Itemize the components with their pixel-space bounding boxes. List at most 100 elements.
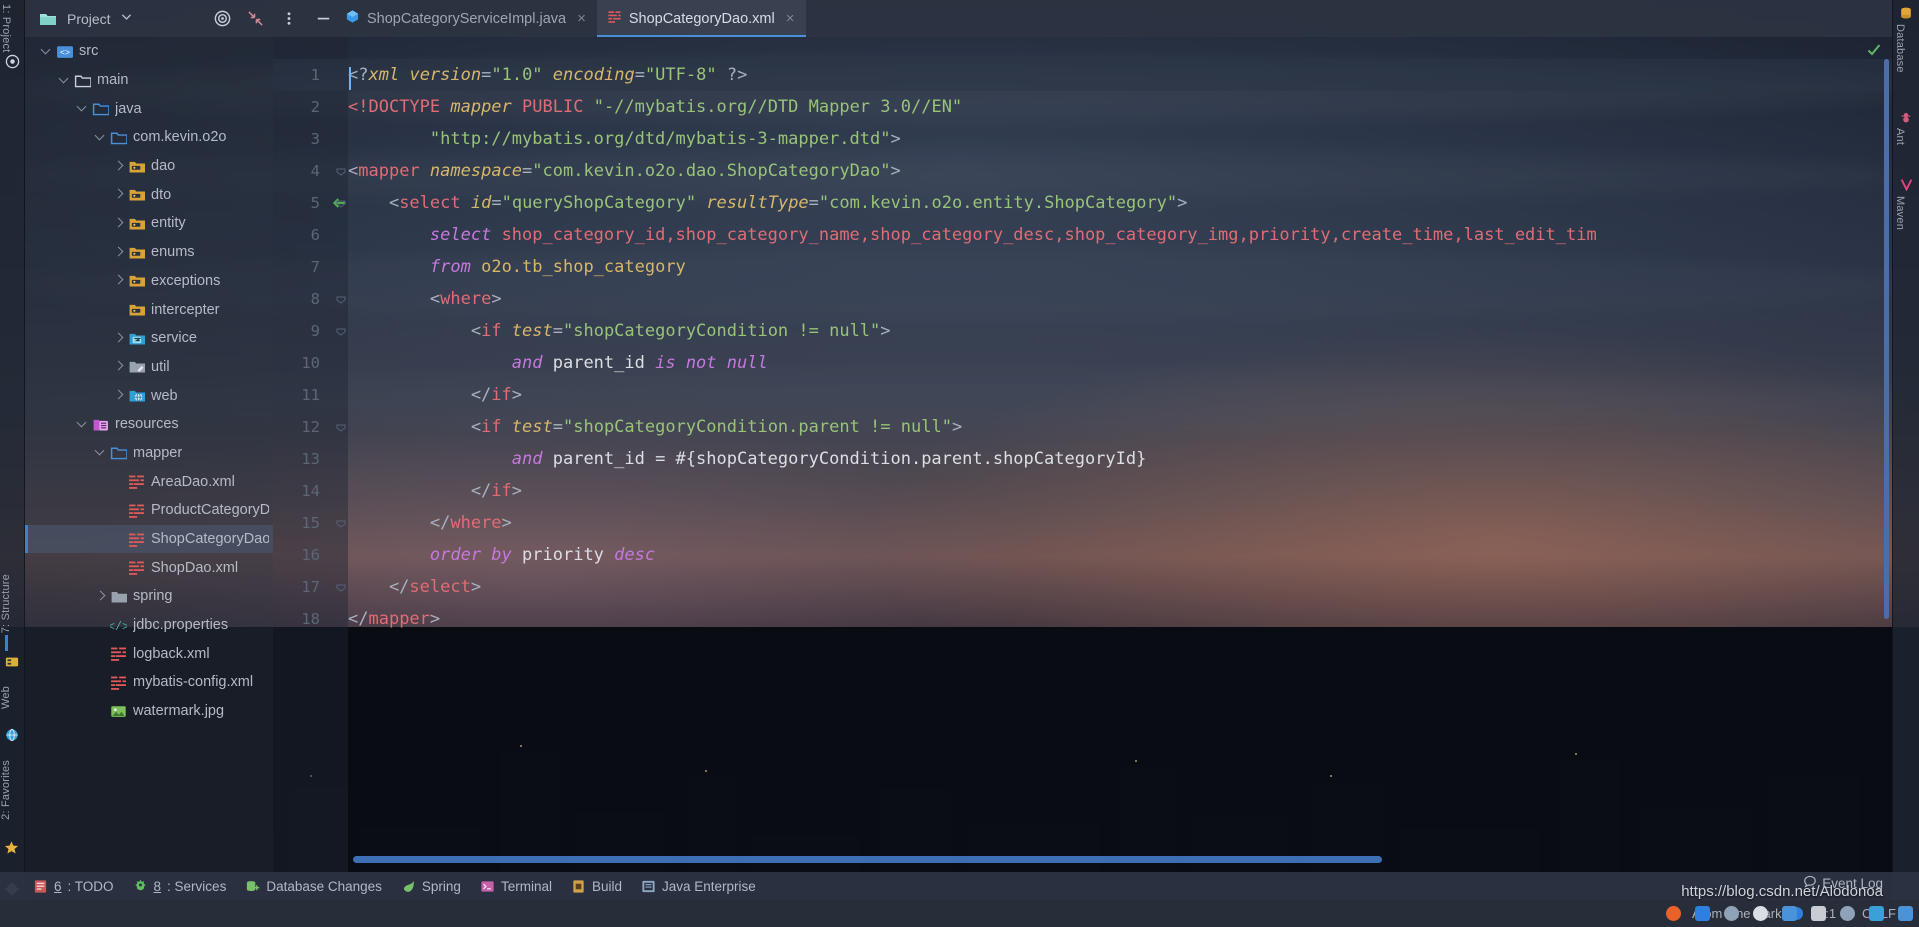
tree-node-mapper[interactable]: mapper: [25, 439, 273, 468]
tray-app-icon[interactable]: [1695, 906, 1710, 921]
code-line[interactable]: 10 and parent_id is not null: [273, 347, 1892, 379]
code-text[interactable]: </if>: [348, 379, 522, 411]
chevron-right-icon[interactable]: [111, 159, 126, 174]
code-fold-handle[interactable]: [335, 517, 347, 529]
tree-node-web[interactable]: web: [25, 381, 273, 410]
scrollbar-thumb[interactable]: [353, 856, 1383, 863]
editor-tab-shopcategoryserviceimpl[interactable]: ShopCategoryServiceImpl.java ×: [335, 0, 597, 37]
code-line[interactable]: 1 <?xml version="1.0" encoding="UTF-8" ?>: [273, 59, 1892, 91]
tool-window-button-structure[interactable]: 7: Structure: [0, 574, 25, 633]
project-tree-panel[interactable]: <> src main java com.kevin.o2o dao dto entity en…: [25, 37, 273, 872]
tree-node-entity[interactable]: entity: [25, 209, 273, 238]
code-text[interactable]: order by priority desc: [348, 539, 655, 571]
bottom-tool-todo[interactable]: 6: TODO: [33, 879, 114, 894]
tool-window-button-favorites[interactable]: 2: Favorites: [0, 760, 25, 820]
tree-node-java[interactable]: java: [25, 94, 273, 123]
code-line[interactable]: 5 <select id="queryShopCategory" resultT…: [273, 187, 1892, 219]
code-text[interactable]: <if test="shopCategoryCondition != null"…: [348, 315, 891, 347]
bottom-tool-terminal[interactable]: Terminal: [480, 879, 552, 894]
chevron-down-icon[interactable]: [120, 10, 133, 28]
tray-user-icon[interactable]: [1782, 906, 1797, 921]
code-line[interactable]: 12 <if test="shopCategoryCondition.paren…: [273, 411, 1892, 443]
tree-node-dao[interactable]: dao: [25, 152, 273, 181]
code-line[interactable]: 8 <where>: [273, 283, 1892, 315]
code-text[interactable]: and parent_id = #{shopCategoryCondition.…: [348, 443, 1147, 475]
tree-node-resources[interactable]: resources: [25, 410, 273, 439]
code-text[interactable]: </mapper>: [348, 603, 440, 635]
tree-node-spring[interactable]: spring: [25, 582, 273, 611]
code-line[interactable]: 4 <mapper namespace="com.kevin.o2o.dao.Sh…: [273, 155, 1892, 187]
chevron-down-icon[interactable]: [57, 73, 72, 88]
tree-node-logback-xml[interactable]: logback.xml: [25, 639, 273, 668]
code-line[interactable]: 11 </if>: [273, 379, 1892, 411]
tray-smiley-icon[interactable]: [1753, 906, 1768, 921]
bottom-tool-build[interactable]: Build: [571, 879, 622, 894]
code-fold-handle[interactable]: [335, 165, 347, 177]
chevron-down-icon[interactable]: [75, 417, 90, 432]
tree-node-intercepter[interactable]: intercepter: [25, 295, 273, 324]
code-line[interactable]: 17 </select>: [273, 571, 1892, 603]
code-text[interactable]: "http://mybatis.org/dtd/mybatis-3-mapper…: [348, 123, 901, 155]
locate-icon[interactable]: [213, 9, 233, 29]
code-text[interactable]: </where>: [348, 507, 512, 539]
code-text[interactable]: <mapper namespace="com.kevin.o2o.dao.Sho…: [348, 155, 901, 187]
tool-window-button-project[interactable]: 1: Project: [0, 4, 25, 52]
code-fold-handle[interactable]: [335, 197, 347, 209]
tray-keyboard-icon[interactable]: [1811, 906, 1826, 921]
code-text[interactable]: select shop_category_id,shop_category_na…: [348, 219, 1597, 251]
code-line[interactable]: 9 <if test="shopCategoryCondition != nul…: [273, 315, 1892, 347]
chevron-right-icon[interactable]: [111, 388, 126, 403]
code-text[interactable]: from o2o.tb_shop_category: [348, 251, 686, 283]
code-line[interactable]: 14 </if>: [273, 475, 1892, 507]
options-menu-icon[interactable]: [281, 9, 301, 29]
tool-window-button-web[interactable]: Web: [0, 686, 25, 709]
code-fold-handle[interactable]: [335, 581, 347, 593]
code-line[interactable]: 18 </mapper>: [273, 603, 1892, 635]
collapse-all-icon[interactable]: [246, 9, 266, 29]
tree-node-exceptions[interactable]: exceptions: [25, 267, 273, 296]
hide-icon[interactable]: [314, 9, 334, 29]
code-editor[interactable]: 1 <?xml version="1.0" encoding="UTF-8" ?>…: [273, 37, 1892, 872]
code-line[interactable]: 13 and parent_id = #{shopCategoryConditi…: [273, 443, 1892, 475]
code-line[interactable]: 3 "http://mybatis.org/dtd/mybatis-3-mapp…: [273, 123, 1892, 155]
close-icon[interactable]: ×: [577, 10, 586, 27]
tree-node-mybatis-config-xml[interactable]: mybatis-config.xml: [25, 668, 273, 697]
code-text[interactable]: <?xml version="1.0" encoding="UTF-8" ?>: [348, 59, 747, 91]
editor-tab-shopcategorydao[interactable]: ShopCategoryDao.xml ×: [596, 0, 806, 37]
code-text[interactable]: and parent_id is not null: [348, 347, 768, 379]
chevron-down-icon[interactable]: [93, 445, 108, 460]
tray-cloud-icon[interactable]: [1869, 906, 1884, 921]
chevron-right-icon[interactable]: [111, 187, 126, 202]
chevron-down-icon[interactable]: [93, 130, 108, 145]
code-fold-handle[interactable]: [335, 421, 347, 433]
inspections-ok-icon[interactable]: [1866, 42, 1882, 58]
tree-node-enums[interactable]: enums: [25, 238, 273, 267]
tree-node-watermark-jpg[interactable]: watermark.jpg: [25, 697, 273, 726]
code-text[interactable]: <if test="shopCategoryCondition.parent !…: [348, 411, 962, 443]
chevron-right-icon[interactable]: [93, 589, 108, 604]
bottom-tool-spring[interactable]: Spring: [401, 879, 461, 894]
editor-code-area[interactable]: 1 <?xml version="1.0" encoding="UTF-8" ?>…: [273, 59, 1892, 635]
tray-browser-icon[interactable]: [1666, 906, 1681, 921]
editor-horizontal-scrollbar[interactable]: [348, 856, 1884, 863]
tree-node-dto[interactable]: dto: [25, 180, 273, 209]
code-text[interactable]: </select>: [348, 571, 481, 603]
code-fold-handle[interactable]: [335, 325, 347, 337]
tree-node-main[interactable]: main: [25, 66, 273, 95]
code-text[interactable]: </if>: [348, 475, 522, 507]
chevron-right-icon[interactable]: [111, 245, 126, 260]
code-line[interactable]: 2 <!DOCTYPE mapper PUBLIC "-//mybatis.org…: [273, 91, 1892, 123]
tool-window-button-ant[interactable]: Ant: [1894, 128, 1919, 145]
tool-window-button-database[interactable]: Database: [1894, 24, 1919, 73]
bottom-tool-database-changes[interactable]: Database Changes: [245, 879, 382, 894]
chevron-right-icon[interactable]: [111, 216, 126, 231]
bottom-tool-java-enterprise[interactable]: Java Enterprise: [641, 879, 756, 894]
chevron-right-icon[interactable]: [111, 331, 126, 346]
chevron-down-icon[interactable]: [75, 101, 90, 116]
tree-node-service[interactable]: service: [25, 324, 273, 353]
editor-vertical-scrollbar[interactable]: [1884, 59, 1889, 619]
tray-window-icon[interactable]: [1898, 906, 1913, 921]
tree-node-jdbc-properties[interactable]: </> jdbc.properties: [25, 611, 273, 640]
tree-node-shopcategorydao-xml[interactable]: ShopCategoryDao.xml: [25, 524, 273, 554]
code-text[interactable]: <!DOCTYPE mapper PUBLIC "-//mybatis.org/…: [348, 91, 962, 123]
